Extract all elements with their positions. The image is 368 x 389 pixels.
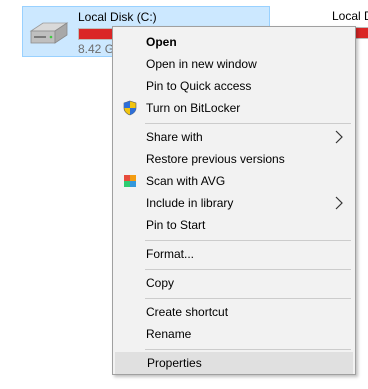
menu-item-format[interactable]: Format... bbox=[115, 243, 353, 265]
chevron-right-icon bbox=[335, 196, 343, 210]
menu-item-label: Restore previous versions bbox=[146, 152, 285, 166]
menu-item-bitlocker[interactable]: Turn on BitLocker bbox=[115, 97, 353, 119]
shield-icon bbox=[123, 100, 137, 116]
menu-item-label: Rename bbox=[146, 327, 192, 341]
menu-item-create-shortcut[interactable]: Create shortcut bbox=[115, 301, 353, 323]
menu-separator bbox=[145, 269, 351, 270]
menu-item-label: Properties bbox=[147, 356, 202, 370]
menu-item-open-new-window[interactable]: Open in new window bbox=[115, 53, 353, 75]
menu-item-label: Pin to Start bbox=[146, 218, 206, 232]
hard-drive-icon bbox=[29, 22, 69, 44]
drive-c-name: Local Disk (C:) bbox=[78, 10, 157, 24]
menu-item-copy[interactable]: Copy bbox=[115, 272, 353, 294]
menu-item-restore-versions[interactable]: Restore previous versions bbox=[115, 148, 353, 170]
menu-separator bbox=[145, 123, 351, 124]
context-menu: Open Open in new window Pin to Quick acc… bbox=[112, 26, 356, 375]
menu-item-label: Format... bbox=[146, 247, 195, 261]
menu-item-properties[interactable]: Properties bbox=[115, 352, 353, 374]
menu-item-label: Scan with AVG bbox=[146, 174, 226, 188]
menu-item-label: Pin to Quick access bbox=[146, 79, 252, 93]
menu-separator bbox=[145, 349, 351, 350]
menu-item-label: Turn on BitLocker bbox=[146, 101, 241, 115]
menu-item-label: Open bbox=[146, 35, 177, 49]
menu-item-pin-start[interactable]: Pin to Start bbox=[115, 214, 353, 236]
menu-item-share-with[interactable]: Share with bbox=[115, 126, 353, 148]
drive-d-name[interactable]: Local D bbox=[332, 9, 368, 23]
menu-item-label: Share with bbox=[146, 130, 203, 144]
menu-item-pin-quick-access[interactable]: Pin to Quick access bbox=[115, 75, 353, 97]
chevron-right-icon bbox=[335, 130, 343, 144]
menu-item-label: Include in library bbox=[146, 196, 234, 210]
drive-c-free-space: 8.42 G bbox=[78, 42, 115, 56]
menu-separator bbox=[145, 298, 351, 299]
menu-item-label: Create shortcut bbox=[146, 305, 229, 319]
avg-icon bbox=[124, 175, 136, 187]
menu-item-label: Open in new window bbox=[146, 57, 257, 71]
menu-item-include-library[interactable]: Include in library bbox=[115, 192, 353, 214]
menu-item-rename[interactable]: Rename bbox=[115, 323, 353, 345]
menu-item-label: Copy bbox=[146, 276, 175, 290]
menu-item-open[interactable]: Open bbox=[115, 31, 353, 53]
menu-separator bbox=[145, 240, 351, 241]
menu-item-scan-avg[interactable]: Scan with AVG bbox=[115, 170, 353, 192]
